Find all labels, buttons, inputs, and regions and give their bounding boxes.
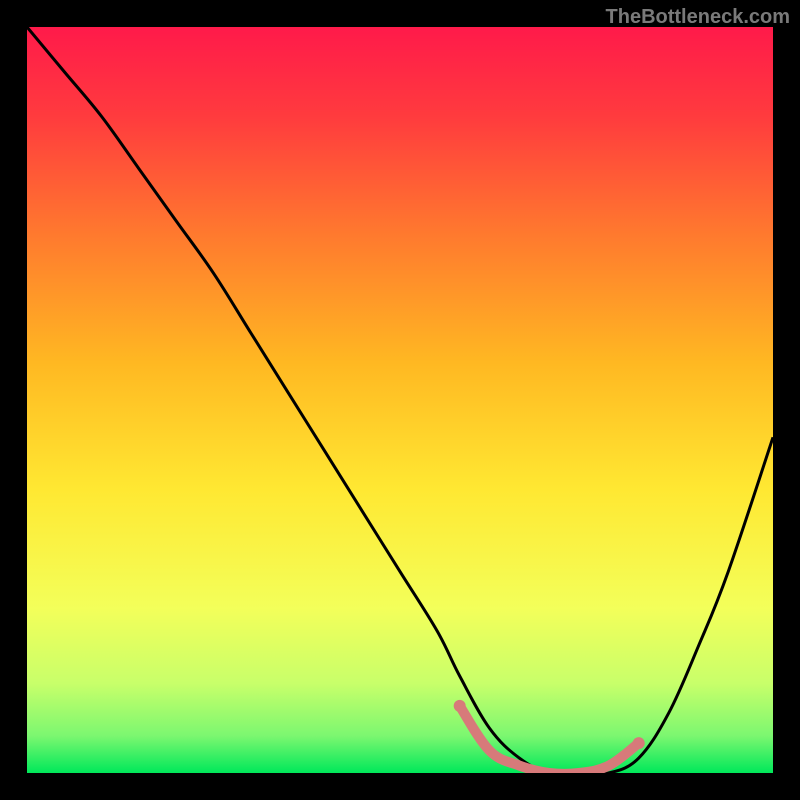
watermark-text: TheBottleneck.com: [606, 6, 790, 29]
optimal-range-start-dot: [454, 700, 466, 712]
optimal-range-end-dot: [633, 737, 645, 749]
bottleneck-chart: [27, 27, 773, 773]
gradient-background: [27, 27, 773, 773]
